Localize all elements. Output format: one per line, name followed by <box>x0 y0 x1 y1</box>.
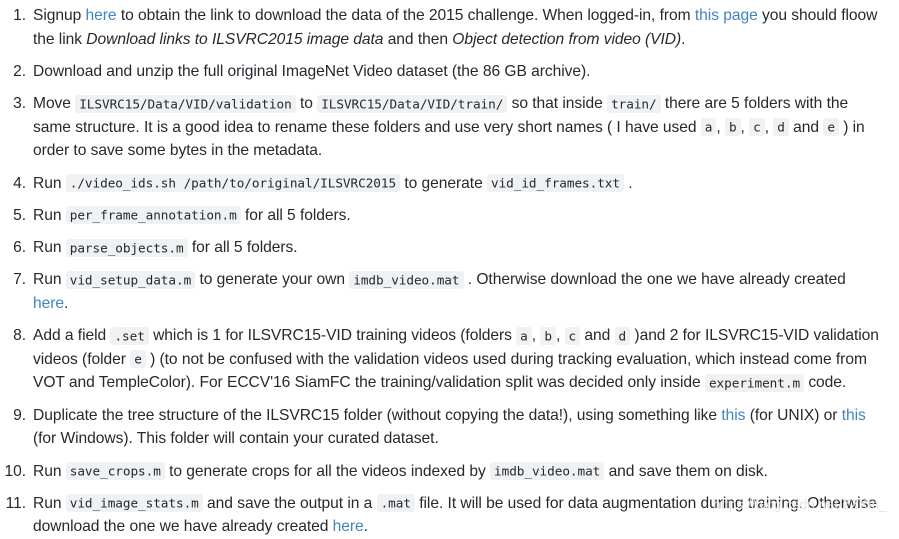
code-set-field: .set <box>110 326 149 345</box>
step-text: to generate crops for all the videos ind… <box>164 462 491 480</box>
step-text: to <box>295 95 318 113</box>
step-text: code. <box>804 374 847 392</box>
step-text: (for Windows). This folder will contain … <box>33 430 439 448</box>
code-vid-image-stats: vid_image_stats.m <box>65 494 203 513</box>
step-text: , <box>716 118 725 136</box>
step-text: . <box>681 30 686 48</box>
code-vid-id-frames-file: vid_id_frames.txt <box>486 174 624 193</box>
step-text: so that inside <box>507 95 608 113</box>
code-folder-c: c <box>564 326 581 345</box>
list-item-step-9: Duplicate the tree structure of the ILSV… <box>0 404 881 451</box>
step-text: Signup <box>33 7 86 24</box>
step-text: , <box>555 327 565 345</box>
list-item-step-7: Run vid_setup_data.m to generate your ow… <box>0 268 881 315</box>
step-text: Duplicate the tree structure of the ILSV… <box>33 406 722 424</box>
code-folder-a: a <box>516 326 532 345</box>
step-text: for all 5 folders. <box>240 206 351 224</box>
list-item-step-8: Add a field .set which is 1 for ILSVRC15… <box>0 324 881 395</box>
step-text: Run <box>33 174 66 192</box>
list-item-step-10: Run save_crops.m to generate crops for a… <box>0 460 881 484</box>
code-parse-objects: parse_objects.m <box>65 238 188 257</box>
step-text: Download and unzip the full original Ima… <box>33 62 591 80</box>
step-text: Run <box>33 239 66 256</box>
step-text: . <box>64 294 69 312</box>
step-text: . Otherwise download the one we have alr… <box>463 271 846 289</box>
step-text: and save them on disk. <box>604 462 768 480</box>
link-this-unix[interactable]: this <box>721 407 745 424</box>
step-text: and <box>580 327 615 345</box>
step-text: Run <box>33 206 66 224</box>
code-train-folder: train/ <box>607 94 661 113</box>
code-folder-b: b <box>540 326 556 345</box>
code-train-path: ILSVRC15/Data/VID/train/ <box>317 94 508 113</box>
code-folder-d: d <box>614 326 631 345</box>
list-item-step-1: Signup here to obtain the link to downlo… <box>0 4 881 51</box>
step-text: . <box>624 174 633 192</box>
emphasis-object-detection: Object detection from video (VID) <box>452 30 682 48</box>
code-folder-a: a <box>700 118 717 137</box>
step-text: for all 5 folders. <box>187 239 298 256</box>
code-imdb-video-mat: imdb_video.mat <box>490 462 605 480</box>
list-item-step-5: Run per_frame_annotation.m for all 5 fol… <box>0 204 881 228</box>
link-here-stats[interactable]: here <box>333 518 364 535</box>
code-save-crops: save_crops.m <box>65 462 165 480</box>
link-this-page[interactable]: this page <box>695 7 758 24</box>
step-text: . <box>363 518 368 536</box>
code-mat-extension: .mat <box>376 494 415 513</box>
list-item-step-11: Run vid_image_stats.m and save the outpu… <box>0 492 881 539</box>
list-item-step-3: Move ILSVRC15/Data/VID/validation to ILS… <box>0 92 881 163</box>
list-item-step-2: Download and unzip the full original Ima… <box>0 60 881 84</box>
instruction-step-list: Signup here to obtain the link to downlo… <box>0 4 881 539</box>
link-here-imdb[interactable]: here <box>33 295 64 312</box>
step-text: Move <box>33 95 76 113</box>
code-folder-b: b <box>724 118 741 137</box>
instruction-document: Signup here to obtain the link to downlo… <box>0 0 899 535</box>
step-text: , <box>764 118 774 136</box>
step-text: which is 1 for ILSVRC15-VID training vid… <box>148 327 517 345</box>
step-text: Run <box>33 462 66 480</box>
step-text: and then <box>383 30 453 48</box>
code-video-ids-command: ./video_ids.sh /path/to/original/ILSVRC2… <box>65 174 401 193</box>
step-text: to obtain the link to download the data … <box>116 7 695 24</box>
step-text: to generate <box>400 174 487 192</box>
code-folder-e: e <box>823 118 839 137</box>
step-text: to generate your own <box>195 271 350 289</box>
step-text: and <box>788 118 824 136</box>
code-imdb-video-mat: imdb_video.mat <box>349 270 464 289</box>
code-experiment-m: experiment.m <box>704 373 805 392</box>
step-text: Run <box>33 494 66 512</box>
emphasis-download-links: Download links to ILSVRC2015 image data <box>86 30 384 48</box>
list-item-step-6: Run parse_objects.m for all 5 folders. <box>0 236 881 260</box>
list-item-step-4: Run ./video_ids.sh /path/to/original/ILS… <box>0 172 881 196</box>
step-text: (for UNIX) or <box>745 406 842 424</box>
code-per-frame-annotation: per_frame_annotation.m <box>65 206 241 225</box>
code-folder-e: e <box>130 350 146 369</box>
code-vid-setup-data: vid_setup_data.m <box>65 270 196 289</box>
step-text: , <box>740 118 750 136</box>
step-text: Add a field <box>33 327 111 345</box>
code-folder-d: d <box>773 118 789 137</box>
code-validation-path: ILSVRC15/Data/VID/validation <box>75 94 296 113</box>
step-text: and save the output in a <box>202 494 377 512</box>
link-this-windows[interactable]: this <box>842 407 866 424</box>
code-folder-c: c <box>749 118 765 137</box>
step-text: Run <box>33 271 66 289</box>
link-here-signup[interactable]: here <box>86 7 117 24</box>
